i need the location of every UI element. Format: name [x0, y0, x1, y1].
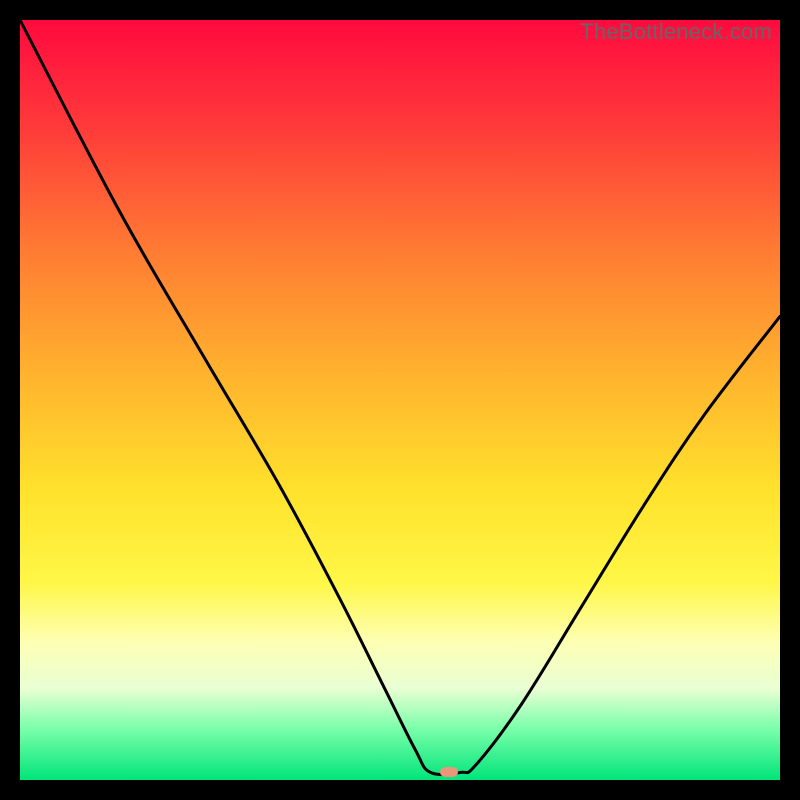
plot-area: TheBottleneck.com [20, 20, 780, 780]
optimal-marker [440, 767, 458, 777]
bottleneck-curve [20, 20, 780, 775]
curve-layer [20, 20, 780, 780]
watermark-text: TheBottleneck.com [580, 20, 772, 45]
chart-stage: TheBottleneck.com [0, 0, 800, 800]
